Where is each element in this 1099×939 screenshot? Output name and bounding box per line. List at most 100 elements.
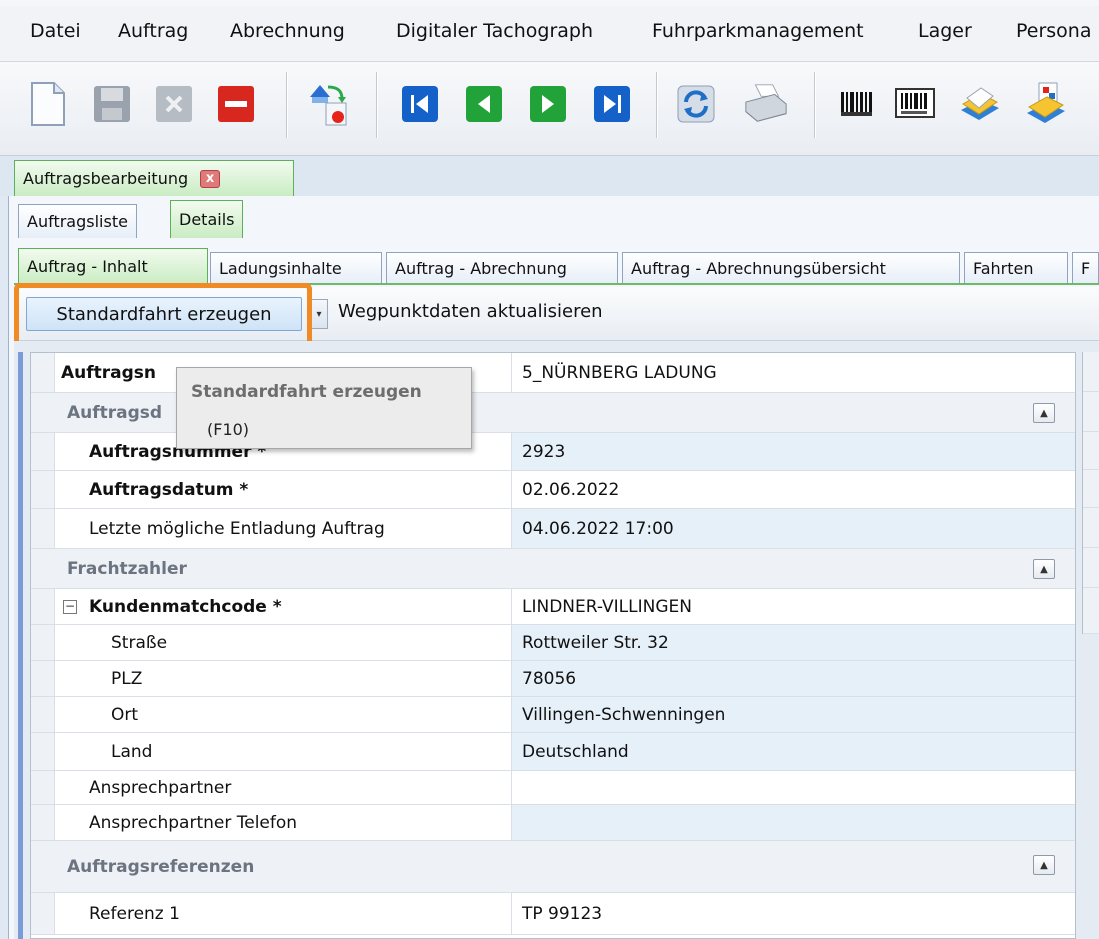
row-gutter (31, 893, 55, 934)
side-panel-edge (1082, 352, 1099, 634)
grid-row-referenz-1[interactable]: Referenz 1 TP 99123 (31, 893, 1075, 935)
row-gutter (31, 661, 55, 696)
next-record-icon[interactable] (524, 76, 572, 132)
toolbar (0, 62, 1099, 156)
grid-row-ansprechpartner-telefon[interactable]: Ansprechpartner Telefon (31, 805, 1075, 841)
row-value[interactable] (511, 771, 1075, 804)
menu-abrechnung[interactable]: Abrechnung (230, 20, 345, 42)
tab-label: Auftragsbearbeitung (23, 169, 189, 188)
collapse-minus-icon[interactable]: − (63, 600, 77, 614)
row-value[interactable]: 78056 (511, 661, 1075, 696)
action-bar: Standardfahrt erzeugen ▾ Wegpunktdaten a… (14, 287, 1099, 341)
last-record-icon[interactable] (588, 76, 636, 132)
row-value[interactable]: 04.06.2022 17:00 (511, 509, 1075, 548)
side-cell (1083, 432, 1099, 470)
tab-auftrag-abrechnungsuebersicht[interactable]: Auftrag - Abrechnungsübersicht (622, 252, 960, 284)
tab-label: Fahrten (973, 259, 1034, 278)
row-value[interactable]: 2923 (511, 433, 1075, 470)
row-gutter (31, 733, 55, 770)
tab-fahrten[interactable]: Fahrten (964, 252, 1068, 284)
menu-lager[interactable]: Lager (918, 20, 972, 42)
side-cell (1083, 508, 1099, 548)
tab-ladungsinhalte[interactable]: Ladungsinhalte (210, 252, 382, 284)
row-label: Ansprechpartner Telefon (89, 812, 298, 833)
menu-datei[interactable]: Datei (30, 20, 81, 42)
collapse-icon[interactable]: ▲ (1033, 559, 1055, 579)
save-icon[interactable] (88, 76, 136, 132)
row-label: Referenz 1 (89, 903, 180, 924)
previous-record-icon[interactable] (460, 76, 508, 132)
first-record-icon[interactable] (396, 76, 444, 132)
collapse-icon[interactable]: ▲ (1033, 403, 1055, 423)
wegpunktdaten-aktualisieren-button[interactable]: Wegpunktdaten aktualisieren (338, 301, 603, 322)
tab-auftrag-inhalt[interactable]: Auftrag - Inhalt (18, 248, 208, 284)
row-value[interactable]: 5_NÜRNBERG LADUNG (511, 353, 1075, 392)
side-cell (1083, 470, 1099, 508)
side-cell (1083, 548, 1099, 588)
grid-row-plz[interactable]: PLZ 78056 (31, 661, 1075, 697)
tooltip: Standardfahrt erzeugen (F10) (176, 367, 472, 449)
row-gutter (31, 353, 55, 392)
toolbar-separator (286, 72, 288, 138)
row-label: Kundenmatchcode * (89, 596, 282, 617)
grid-row-letzte-entladung[interactable]: Letzte mögliche Entladung Auftrag 04.06.… (31, 509, 1075, 549)
tab-label: Auftragsliste (27, 212, 128, 231)
menu-digitaler-tachograph[interactable]: Digitaler Tachograph (396, 20, 593, 42)
row-gutter (31, 433, 55, 470)
menu-personal[interactable]: Persona (1016, 20, 1092, 42)
tab-auftragsbearbeitung[interactable]: Auftragsbearbeitung x (14, 160, 294, 196)
row-value[interactable]: TP 99123 (511, 893, 1075, 934)
barcode-label-icon[interactable] (892, 76, 940, 132)
row-value[interactable]: Rottweiler Str. 32 (511, 625, 1075, 660)
row-gutter (31, 509, 55, 548)
tab-label: Auftrag - Abrechnung (395, 259, 567, 278)
tab-strip-baseline (14, 283, 1099, 285)
tab-auftrag-abrechnung[interactable]: Auftrag - Abrechnung (386, 252, 618, 284)
row-gutter (31, 589, 55, 624)
tab-more[interactable]: F (1072, 252, 1099, 284)
tab-details[interactable]: Details (170, 200, 244, 238)
side-cell (1083, 392, 1099, 432)
row-value[interactable]: Villingen-Schwenningen (511, 697, 1075, 732)
row-label: Letzte mögliche Entladung Auftrag (89, 518, 385, 539)
remove-red-icon[interactable] (212, 76, 260, 132)
grid-row-kundenmatchcode[interactable]: − Kundenmatchcode * LINDNER-VILLINGEN (31, 589, 1075, 625)
grid-row-ort[interactable]: Ort Villingen-Schwenningen (31, 697, 1075, 733)
new-document-icon[interactable] (24, 76, 72, 132)
print-icon[interactable] (742, 76, 790, 132)
document-export-icon[interactable] (1022, 76, 1070, 132)
row-value[interactable] (511, 805, 1075, 840)
row-label: Land (111, 741, 153, 762)
row-value[interactable]: 02.06.2022 (511, 471, 1075, 508)
standardfahrt-erzeugen-button[interactable]: Standardfahrt erzeugen (26, 297, 302, 331)
row-gutter (31, 697, 55, 732)
category-label: Frachtzahler (67, 558, 187, 579)
row-label: Straße (111, 632, 168, 653)
grid-row-ansprechpartner[interactable]: Ansprechpartner (31, 771, 1075, 805)
row-gutter (31, 805, 55, 840)
toolbar-separator (376, 72, 378, 138)
barcode-icon[interactable] (832, 76, 880, 132)
chevron-down-icon[interactable]: ▾ (310, 299, 328, 329)
tab-label: F (1081, 259, 1091, 278)
grid-category-frachtzahler: Frachtzahler ▲ (31, 549, 1075, 589)
category-label: Auftragsreferenzen (67, 856, 255, 877)
transfer-icon[interactable] (304, 76, 352, 132)
grid-row-land[interactable]: Land Deutschland (31, 733, 1075, 771)
delete-gray-icon[interactable] (150, 76, 198, 132)
row-value[interactable]: Deutschland (511, 733, 1075, 770)
tooltip-title: Standardfahrt erzeugen (191, 382, 422, 402)
grid-row-auftragsdatum[interactable]: Auftragsdatum * 02.06.2022 (31, 471, 1075, 509)
tab-auftragsliste[interactable]: Auftragsliste (18, 204, 137, 238)
row-gutter (31, 771, 55, 804)
collapse-icon[interactable]: ▲ (1033, 855, 1055, 875)
document-stack-icon[interactable] (956, 76, 1004, 132)
menu-fuhrparkmanagement[interactable]: Fuhrparkmanagement (652, 20, 864, 42)
grid-row-strasse[interactable]: Straße Rottweiler Str. 32 (31, 625, 1075, 661)
refresh-icon[interactable] (672, 76, 720, 132)
row-label: PLZ (111, 668, 143, 689)
side-cell (1083, 588, 1099, 634)
menu-auftrag[interactable]: Auftrag (118, 20, 188, 42)
close-icon[interactable]: x (200, 169, 221, 188)
row-value[interactable]: LINDNER-VILLINGEN (511, 589, 1075, 624)
